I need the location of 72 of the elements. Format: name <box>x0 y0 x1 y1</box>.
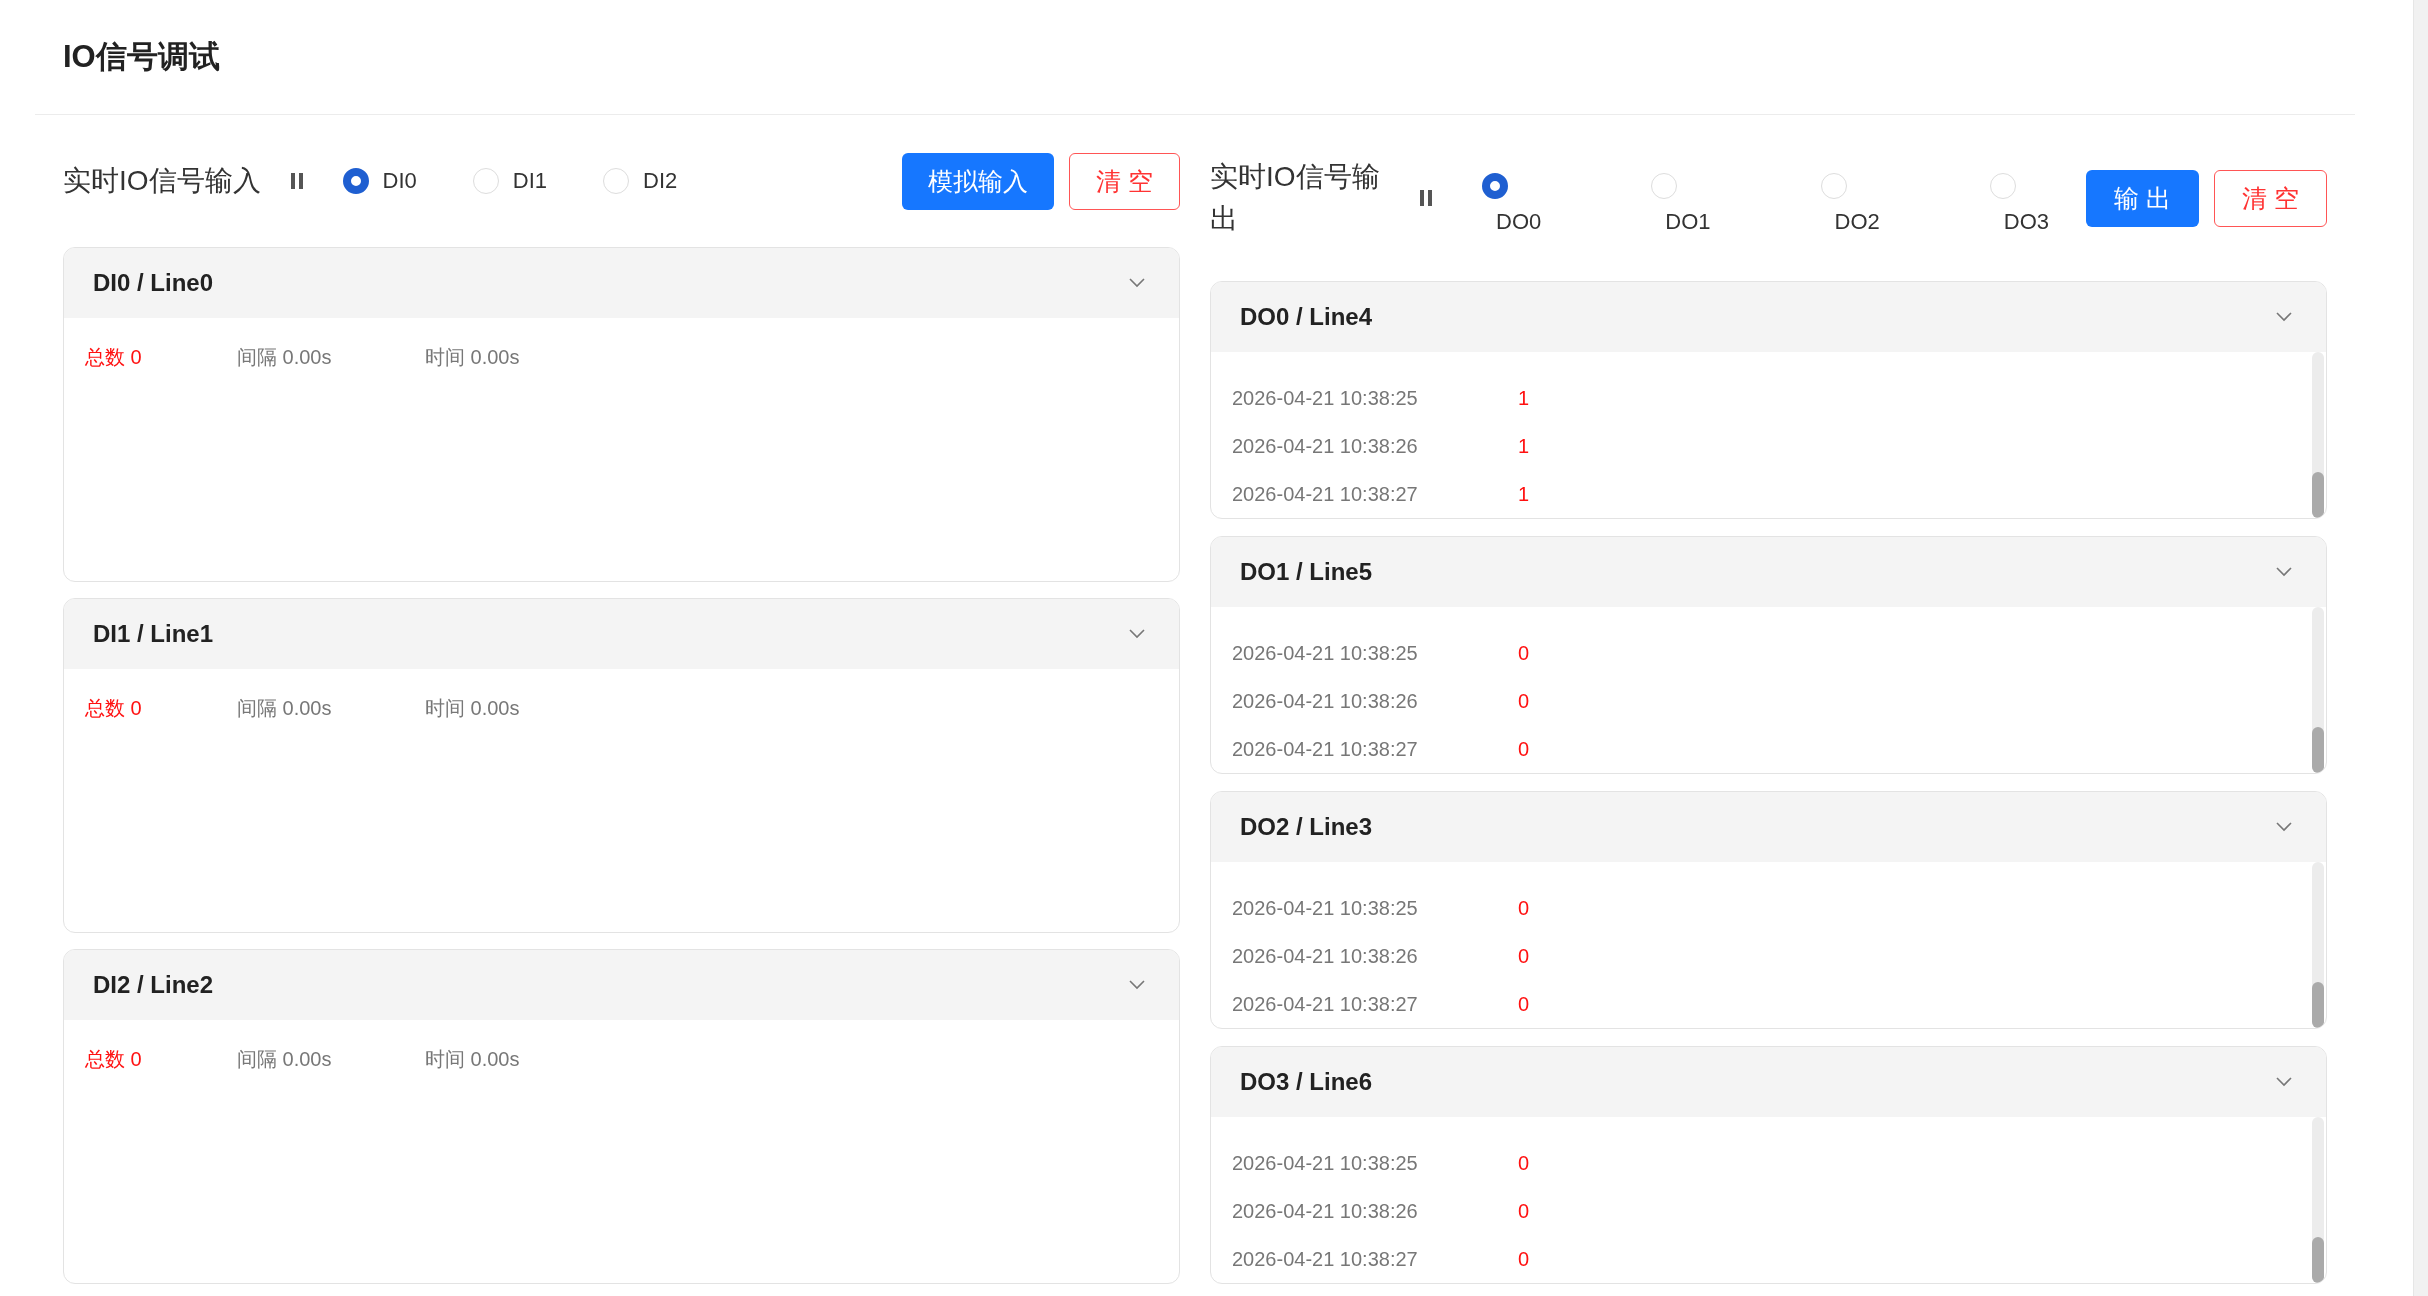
time-value: 时间 0.00s <box>425 1047 521 1072</box>
chevron-icon[interactable] <box>2276 822 2292 832</box>
log-value: 0 <box>1518 689 1530 713</box>
time-value: 时间 0.00s <box>425 696 521 721</box>
log-time: 2026-04-21 10:38:26 <box>1232 944 1419 968</box>
panel-header[interactable]: DI2 / Line2 <box>64 950 1179 1020</box>
chevron-icon[interactable] <box>1129 629 1145 639</box>
log-time: 2026-04-21 10:38:27 <box>1232 737 1419 761</box>
chevron-icon[interactable] <box>2276 567 2292 577</box>
interval-value: 间隔 0.00s <box>237 345 333 370</box>
total-count: 总数 0 <box>85 1047 143 1072</box>
panel-title: DI1 / Line1 <box>93 620 214 648</box>
output-button[interactable]: 输 出 <box>2086 169 2199 227</box>
log-value: 0 <box>1518 1151 1530 1175</box>
pause-icon[interactable] <box>1420 190 1432 206</box>
interval-value: 间隔 0.00s <box>237 1047 333 1072</box>
radio-label[interactable]: DO3 <box>1989 209 2049 235</box>
log-value: 0 <box>1518 1199 1530 1223</box>
panel-header[interactable]: DI1 / Line1 <box>64 599 1179 669</box>
panel-title: DO3 / Line6 <box>1240 1068 1373 1096</box>
total-count: 总数 0 <box>85 345 143 370</box>
panel-title: DI0 / Line0 <box>93 269 214 297</box>
log-value: 0 <box>1518 992 1530 1016</box>
panel-header[interactable]: DO3 / Line6 <box>1211 1047 2326 1117</box>
radio-label[interactable]: DO2 <box>1820 209 1880 235</box>
section-title: 实时IO信号输出 <box>1210 160 1381 236</box>
panel-title: DO0 / Line4 <box>1240 303 1373 331</box>
radio-label[interactable]: DI0 <box>382 168 417 194</box>
radio-button[interactable] <box>342 168 369 194</box>
log-time: 2026-04-21 10:38:25 <box>1232 641 1419 665</box>
panel-header[interactable]: DI0 / Line0 <box>64 248 1179 318</box>
chevron-icon[interactable] <box>2276 1077 2292 1087</box>
time-value: 时间 0.00s <box>425 345 521 370</box>
radio-button[interactable] <box>1482 173 1508 199</box>
page-title: IO信号调试 <box>63 38 220 76</box>
log-time: 2026-04-21 10:38:26 <box>1232 434 1419 458</box>
panel-title: DO2 / Line3 <box>1240 813 1373 841</box>
total-count: 总数 0 <box>85 696 143 721</box>
log-value: 1 <box>1518 482 1530 506</box>
radio-label[interactable]: DO0 <box>1482 209 1542 235</box>
panel-title: DO1 / Line5 <box>1240 558 1373 586</box>
clear-button[interactable]: 清 空 <box>1069 152 1180 210</box>
radio-label[interactable]: DI1 <box>512 168 548 194</box>
simulate-button[interactable]: 模拟输入 <box>902 152 1055 210</box>
log-time: 2026-04-21 10:38:25 <box>1232 386 1419 410</box>
radio-label[interactable]: DO1 <box>1651 209 1711 235</box>
log-value: 1 <box>1518 434 1530 458</box>
radio-label[interactable]: DI2 <box>643 168 678 194</box>
log-time: 2026-04-21 10:38:27 <box>1232 992 1419 1016</box>
section-title: 实时IO信号输入 <box>63 164 261 198</box>
chevron-icon[interactable] <box>2276 312 2292 322</box>
panel-header[interactable]: DO0 / Line4 <box>1211 282 2326 352</box>
clear-button[interactable]: 清 空 <box>2214 169 2327 227</box>
log-time: 2026-04-21 10:38:25 <box>1232 1151 1419 1175</box>
log-time: 2026-04-21 10:38:27 <box>1232 482 1419 506</box>
log-time: 2026-04-21 10:38:27 <box>1232 1247 1419 1271</box>
panel-title: DI2 / Line2 <box>93 971 214 999</box>
chevron-icon[interactable] <box>1129 278 1145 288</box>
log-time: 2026-04-21 10:38:25 <box>1232 896 1419 920</box>
log-value: 0 <box>1518 641 1530 665</box>
log-time: 2026-04-21 10:38:26 <box>1232 689 1419 713</box>
log-value: 0 <box>1518 944 1530 968</box>
pause-icon[interactable] <box>290 173 303 189</box>
log-value: 1 <box>1518 386 1530 410</box>
log-time: 2026-04-21 10:38:26 <box>1232 1199 1419 1223</box>
log-value: 0 <box>1518 1247 1530 1271</box>
log-value: 0 <box>1518 896 1530 920</box>
log-value: 0 <box>1518 737 1530 761</box>
panel-header[interactable]: DO1 / Line5 <box>1211 537 2326 607</box>
chevron-icon[interactable] <box>1129 980 1145 990</box>
interval-value: 间隔 0.00s <box>237 696 333 721</box>
panel-header[interactable]: DO2 / Line3 <box>1211 792 2326 862</box>
